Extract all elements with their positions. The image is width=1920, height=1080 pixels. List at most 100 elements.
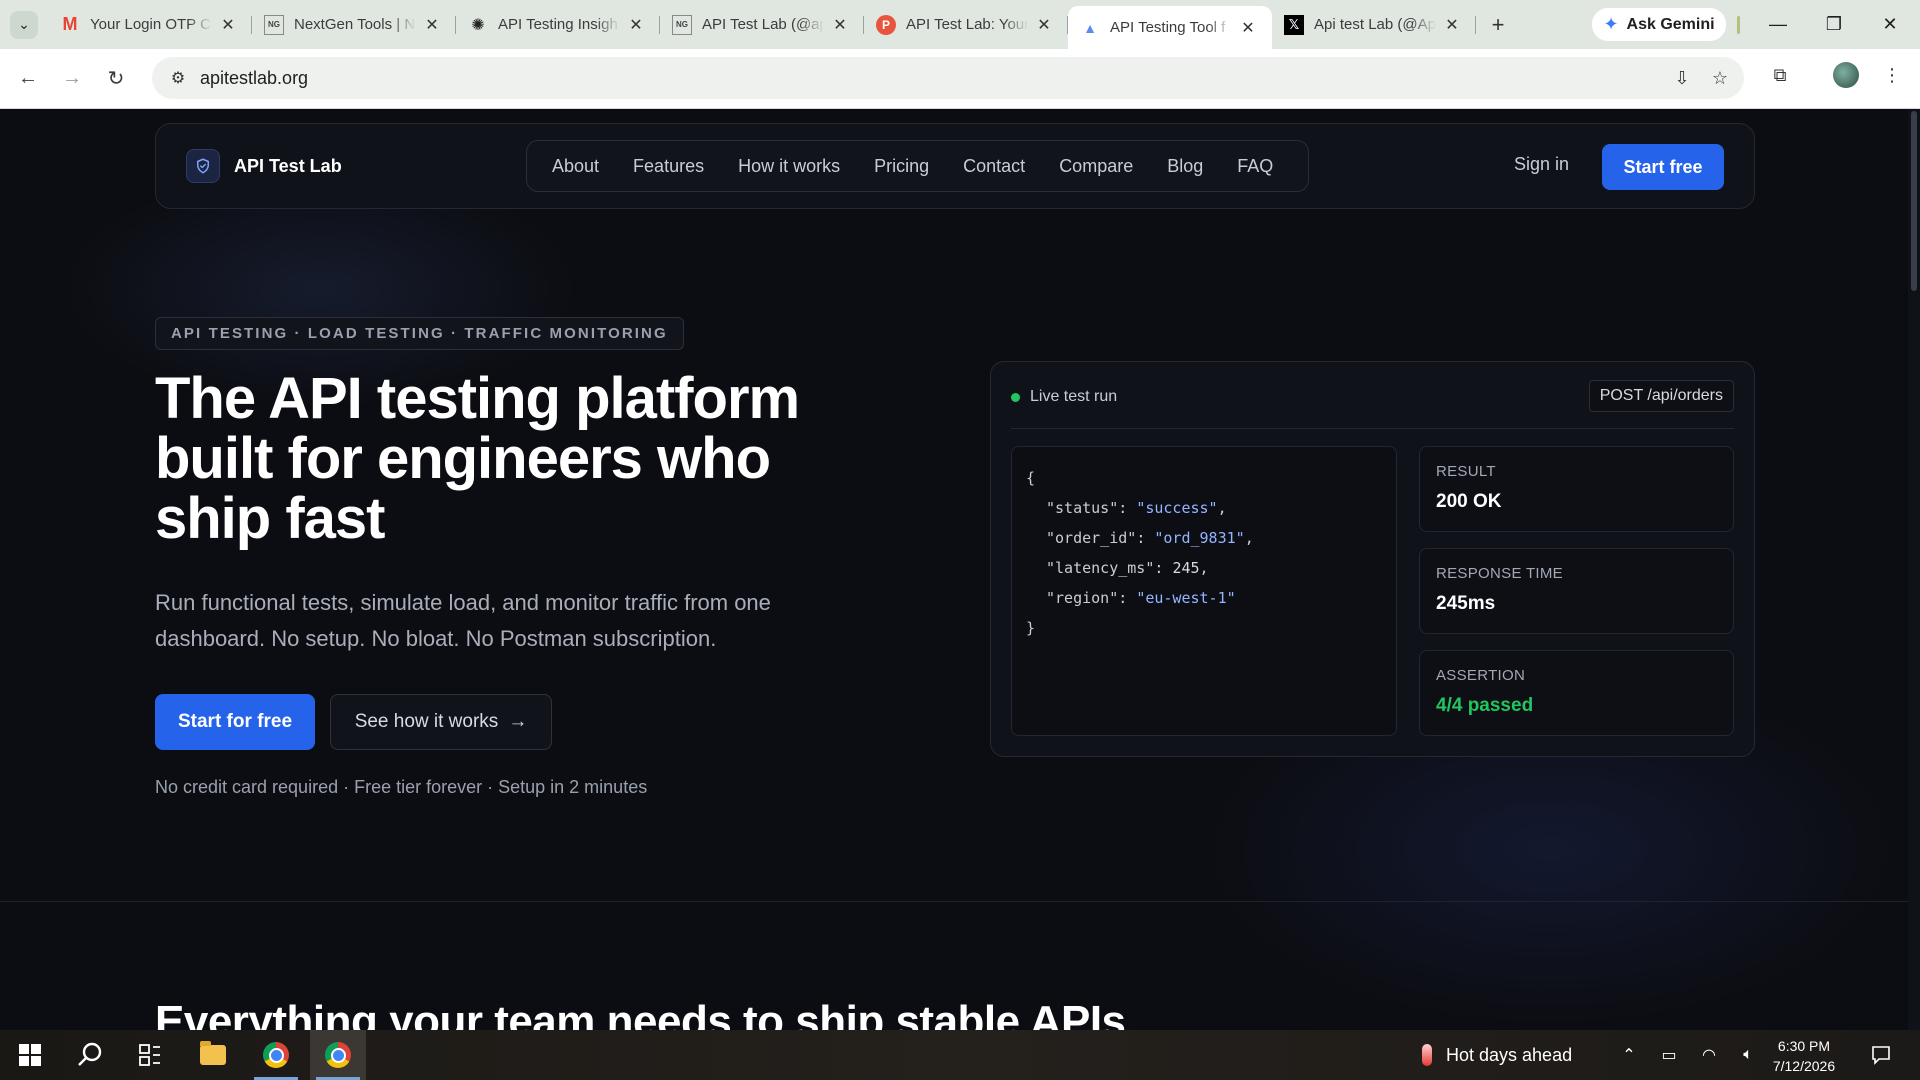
gemini-sparkle-icon: ✦ <box>1603 14 1619 34</box>
ask-gemini-label: Ask Gemini <box>1626 15 1715 33</box>
bookmark-star-icon[interactable]: ☆ <box>1708 66 1732 90</box>
tab-title: API Testing Tool f <box>1110 19 1226 36</box>
browser-tab[interactable]: 𝕏 Api test Lab (@Ap ✕ <box>1272 0 1476 49</box>
windows-start-icon[interactable] <box>2 1030 58 1080</box>
notification-center-icon[interactable] <box>1862 1030 1900 1080</box>
close-tab-icon[interactable]: ✕ <box>1238 18 1258 38</box>
nextgen-tools-icon: NG <box>264 14 284 35</box>
chrome-taskbar-icon[interactable] <box>248 1030 304 1080</box>
openai-icon: ✺ <box>471 16 485 34</box>
nav-link-compare[interactable]: Compare <box>1042 156 1150 177</box>
json-key: "region" <box>1046 589 1119 607</box>
tab-title: NextGen Tools | N <box>294 16 416 33</box>
nav-link-about[interactable]: About <box>535 156 616 177</box>
features-section-title: Everything your team needs to ship stabl… <box>155 997 1126 1030</box>
close-tab-icon[interactable]: ✕ <box>830 15 850 35</box>
nav-link-how-it-works[interactable]: How it works <box>721 156 857 177</box>
close-tab-icon[interactable]: ✕ <box>1034 15 1054 35</box>
section-divider <box>0 901 1908 902</box>
reload-icon[interactable]: ↻ <box>94 57 138 101</box>
hero-fineprint: No credit card required · Free tier fore… <box>155 777 648 797</box>
file-explorer-icon[interactable] <box>185 1030 241 1080</box>
site-navbar: API Test Lab About Features How it works… <box>155 123 1755 209</box>
start-for-free-button[interactable]: Start for free <box>155 694 315 750</box>
close-tab-icon[interactable]: ✕ <box>1442 15 1462 35</box>
nav-link-faq[interactable]: FAQ <box>1220 156 1290 177</box>
browser-tab[interactable]: NG API Test Lab (@ap ✕ <box>660 0 864 49</box>
json-value: "ord_9831" <box>1154 529 1245 547</box>
chrome-taskbar-icon-active[interactable] <box>310 1030 366 1080</box>
nav-link-pricing[interactable]: Pricing <box>857 156 946 177</box>
brand-logo-link[interactable]: API Test Lab <box>186 149 342 183</box>
browser-tab[interactable]: P API Test Lab: Your ✕ <box>864 0 1068 49</box>
see-how-it-works-button[interactable]: See how it works → <box>330 694 552 750</box>
close-window-button[interactable]: ✕ <box>1862 0 1918 49</box>
volume-icon[interactable]: 🔈︎ <box>1729 1030 1767 1080</box>
chrome-icon <box>263 1042 289 1068</box>
task-view-icon[interactable] <box>122 1030 178 1080</box>
nav-link-contact[interactable]: Contact <box>946 156 1042 177</box>
endpoint-badge: POST /api/orders <box>1588 380 1734 412</box>
json-close-brace: } <box>1026 619 1036 637</box>
sign-in-link[interactable]: Sign in <box>1514 154 1569 175</box>
json-value: "eu-west-1" <box>1136 589 1236 607</box>
json-comma: , <box>1244 529 1254 547</box>
system-clock[interactable]: 6:30 PM 7/12/2026 <box>1768 1036 1840 1076</box>
nav-link-features[interactable]: Features <box>616 156 721 177</box>
shield-icon <box>186 149 220 183</box>
address-bar[interactable]: ⚙ apitestlab.org ⇩ ☆ <box>152 57 1744 99</box>
json-key: "latency_ms" <box>1046 559 1155 577</box>
restore-window-button[interactable]: ❐ <box>1806 0 1862 49</box>
nav-link-blog[interactable]: Blog <box>1150 156 1220 177</box>
more-menu-icon[interactable]: ⋮ <box>1874 57 1910 93</box>
close-tab-icon[interactable]: ✕ <box>422 15 442 35</box>
close-tab-icon[interactable]: ✕ <box>626 15 646 35</box>
brand-name: API Test Lab <box>234 155 342 176</box>
new-tab-button[interactable]: + <box>1480 7 1516 43</box>
status-dot-icon <box>1011 392 1020 402</box>
ask-gemini-button[interactable]: ✦ Ask Gemini <box>1592 8 1726 41</box>
toolbar-divider <box>1737 16 1740 34</box>
browser-tab[interactable]: M Your Login OTP C ✕ <box>48 0 252 49</box>
back-arrow-icon[interactable]: ← <box>6 57 50 101</box>
chrome-icon <box>325 1042 351 1068</box>
browser-toolbar: ← → ↻ ⚙ apitestlab.org ⇩ ☆ <box>0 49 1920 109</box>
hero-title: The API testing platform built for engin… <box>155 366 800 551</box>
avatar <box>1833 62 1859 88</box>
json-comma: , <box>1199 559 1209 577</box>
chevron-down-icon: ⌄ <box>10 10 38 39</box>
site-icon: ▲ <box>1083 19 1097 36</box>
minimize-window-button[interactable]: — <box>1750 0 1806 49</box>
page-scrollbar[interactable] <box>1908 109 1920 1030</box>
assertion-stat: ASSERTION 4/4 passed <box>1419 650 1734 736</box>
weather-widget[interactable]: Hot days ahead <box>1422 1030 1572 1080</box>
stat-label: ASSERTION <box>1436 667 1526 684</box>
tab-title: API Test Lab (@ap <box>702 16 824 33</box>
install-app-icon[interactable]: ⇩ <box>1670 66 1694 90</box>
browser-tab[interactable]: NG NextGen Tools | N ✕ <box>252 0 456 49</box>
search-icon[interactable] <box>62 1030 118 1080</box>
stat-value: 200 OK <box>1436 491 1502 512</box>
browser-tab[interactable]: ✺ API Testing Insigh ✕ <box>456 0 660 49</box>
extensions-puzzle-icon[interactable]: ⧉ <box>1762 57 1798 93</box>
site-info-icon[interactable]: ⚙ <box>158 68 198 88</box>
tab-search-button[interactable]: ⌄ <box>0 0 48 49</box>
battery-icon[interactable]: ▭ <box>1650 1030 1688 1080</box>
scrollbar-thumb[interactable] <box>1911 111 1917 291</box>
clock-time: 6:30 PM <box>1777 1038 1831 1054</box>
forward-arrow-icon[interactable]: → <box>50 57 94 101</box>
stat-value: 245ms <box>1436 593 1496 614</box>
address-bar-url[interactable]: apitestlab.org <box>200 68 308 89</box>
page-viewport: API Test Lab About Features How it works… <box>0 109 1920 1030</box>
start-free-button[interactable]: Start free <box>1602 144 1724 190</box>
browser-tab-active[interactable]: ▲ API Testing Tool f ✕ <box>1068 6 1272 49</box>
live-test-label: Live test run <box>1030 388 1118 405</box>
nextgen-tools-icon: NG <box>672 14 692 35</box>
json-value: "success" <box>1136 499 1218 517</box>
response-json-block: { "status": "success", "order_id": "ord_… <box>1011 446 1397 736</box>
profile-avatar[interactable] <box>1828 57 1864 93</box>
tab-title: Your Login OTP C <box>90 16 211 33</box>
chevron-up-icon[interactable]: ⌃ <box>1610 1030 1648 1080</box>
close-tab-icon[interactable]: ✕ <box>218 15 238 35</box>
wifi-icon[interactable]: ◠ <box>1690 1030 1728 1080</box>
